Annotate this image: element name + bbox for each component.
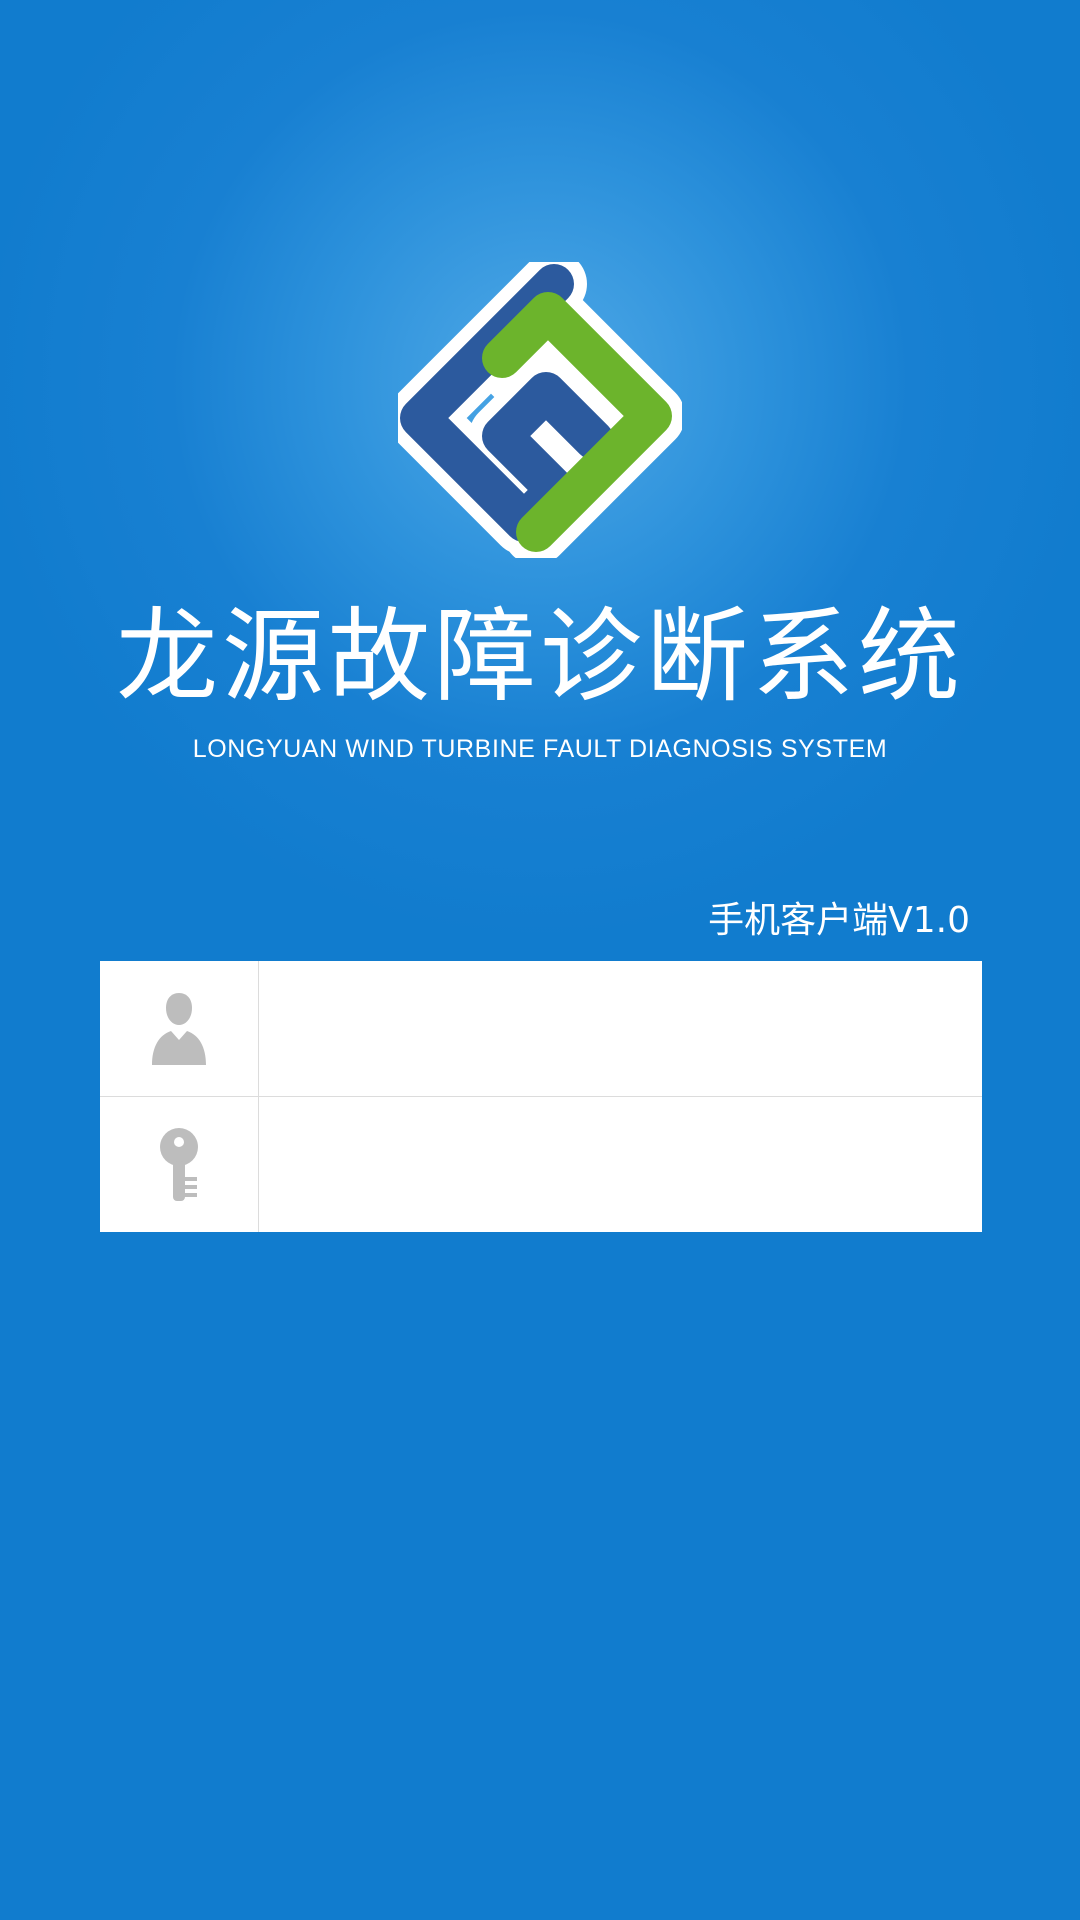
- user-icon: [152, 993, 206, 1065]
- app-subtitle: LONGYUAN WIND TURBINE FAULT DIAGNOSIS SY…: [192, 735, 888, 763]
- version-label: 手机客户端V1.0: [708, 900, 970, 941]
- app-logo-icon: [398, 262, 682, 558]
- key-icon: [160, 1128, 198, 1201]
- app-title: 龙源故障诊断系统: [116, 598, 964, 717]
- username-row: [100, 961, 984, 1096]
- password-row: [100, 1097, 984, 1232]
- username-input[interactable]: [260, 961, 984, 1096]
- username-icon-cell: [100, 961, 259, 1096]
- password-input[interactable]: [260, 1097, 984, 1232]
- login-form: [100, 961, 984, 1232]
- password-icon-cell: [100, 1097, 259, 1232]
